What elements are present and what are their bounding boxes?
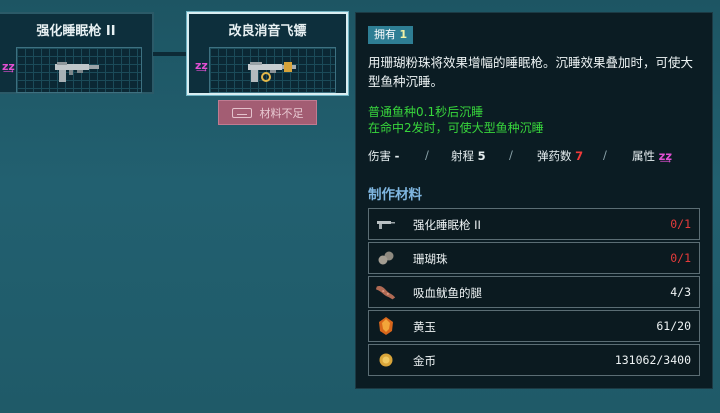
material-name: 强化睡眠枪 II — [413, 218, 481, 232]
key-prompt-icon — [231, 107, 252, 118]
node-title: 强化睡眠枪 II — [36, 24, 116, 39]
recipe-node-sleep-gun-ii[interactable]: 强化睡眠枪 II z͢z — [0, 12, 154, 94]
damage-value: - — [394, 149, 400, 163]
sleep-attribute-icon: z͢z — [658, 149, 673, 163]
ammo-label: 弹药数 — [537, 149, 572, 163]
material-name: 黄玉 — [413, 320, 436, 334]
recipe-node-silenced-dart[interactable]: 改良消音飞镖 z͢z — [187, 12, 348, 95]
item-description: 用珊瑚粉珠将效果增幅的睡眠枪。沉睡效果叠加时，可使大型鱼种沉睡。 — [368, 55, 694, 89]
range-value: 5 — [477, 149, 486, 163]
material-row: 金币 131062/3400 — [368, 344, 700, 376]
squid-leg-icon — [375, 282, 397, 302]
effect-line-1: 普通鱼种0.1秒后沉睡 — [368, 105, 484, 119]
material-row: 珊瑚珠 0/1 — [368, 242, 700, 274]
effect-line-2: 在命中2发时，可使大型鱼种沉睡 — [368, 121, 544, 135]
material-count: 131062/3400 — [614, 353, 691, 367]
owned-badge: 拥有 1 — [368, 26, 414, 44]
material-count: 0/1 — [670, 251, 691, 265]
material-name: 金币 — [413, 354, 436, 368]
material-row: 强化睡眠枪 II 0/1 — [368, 208, 700, 240]
attribute-stat: 属性 z͢z — [632, 148, 672, 164]
range-stat: 射程 5 — [451, 148, 486, 164]
node-title: 改良消音飞镖 — [228, 24, 307, 39]
ammo-stat: 弹药数 7 — [537, 148, 583, 164]
stat-divider: / — [603, 148, 607, 162]
attribute-label: 属性 — [632, 149, 655, 163]
owned-count: 1 — [399, 28, 408, 41]
stat-divider: / — [425, 148, 429, 162]
topaz-icon — [375, 316, 397, 336]
damage-stat: 伤害 - — [368, 148, 399, 164]
coin-icon — [375, 350, 397, 370]
ammo-value: 7 — [575, 149, 584, 163]
owned-label: 拥有 — [374, 28, 396, 41]
material-name: 珊瑚珠 — [413, 252, 448, 266]
item-detail-panel: 拥有 1 用珊瑚粉珠将效果增幅的睡眠枪。沉睡效果叠加时，可使大型鱼种沉睡。 普通… — [355, 12, 713, 389]
range-label: 射程 — [451, 149, 474, 163]
damage-label: 伤害 — [368, 149, 391, 163]
material-count: 0/1 — [670, 217, 691, 231]
sleep-attribute-icon: z͢z — [2, 60, 15, 73]
stats-row: 伤害 - / 射程 5 / 弹药数 7 / 属性 z͢z — [368, 148, 703, 164]
stat-divider: / — [509, 148, 513, 162]
item-preview-grid — [209, 47, 336, 93]
item-preview-grid — [16, 47, 142, 93]
material-count: 4/3 — [670, 285, 691, 299]
gun-icon — [375, 214, 397, 234]
insufficient-label: 材料不足 — [259, 106, 304, 120]
material-name: 吸血鱿鱼的腿 — [413, 286, 482, 300]
pearls-icon — [375, 248, 397, 268]
material-count: 61/20 — [656, 319, 691, 333]
insufficient-materials-button[interactable]: 材料不足 — [218, 100, 317, 125]
tree-connector — [153, 52, 188, 56]
materials-heading: 制作材料 — [368, 187, 422, 203]
material-row: 吸血鱿鱼的腿 4/3 — [368, 276, 700, 308]
sleep-attribute-icon: z͢z — [195, 59, 208, 72]
material-row: 黄玉 61/20 — [368, 310, 700, 342]
sleep-gun-icon — [55, 62, 99, 82]
dart-gun-icon — [247, 62, 296, 82]
